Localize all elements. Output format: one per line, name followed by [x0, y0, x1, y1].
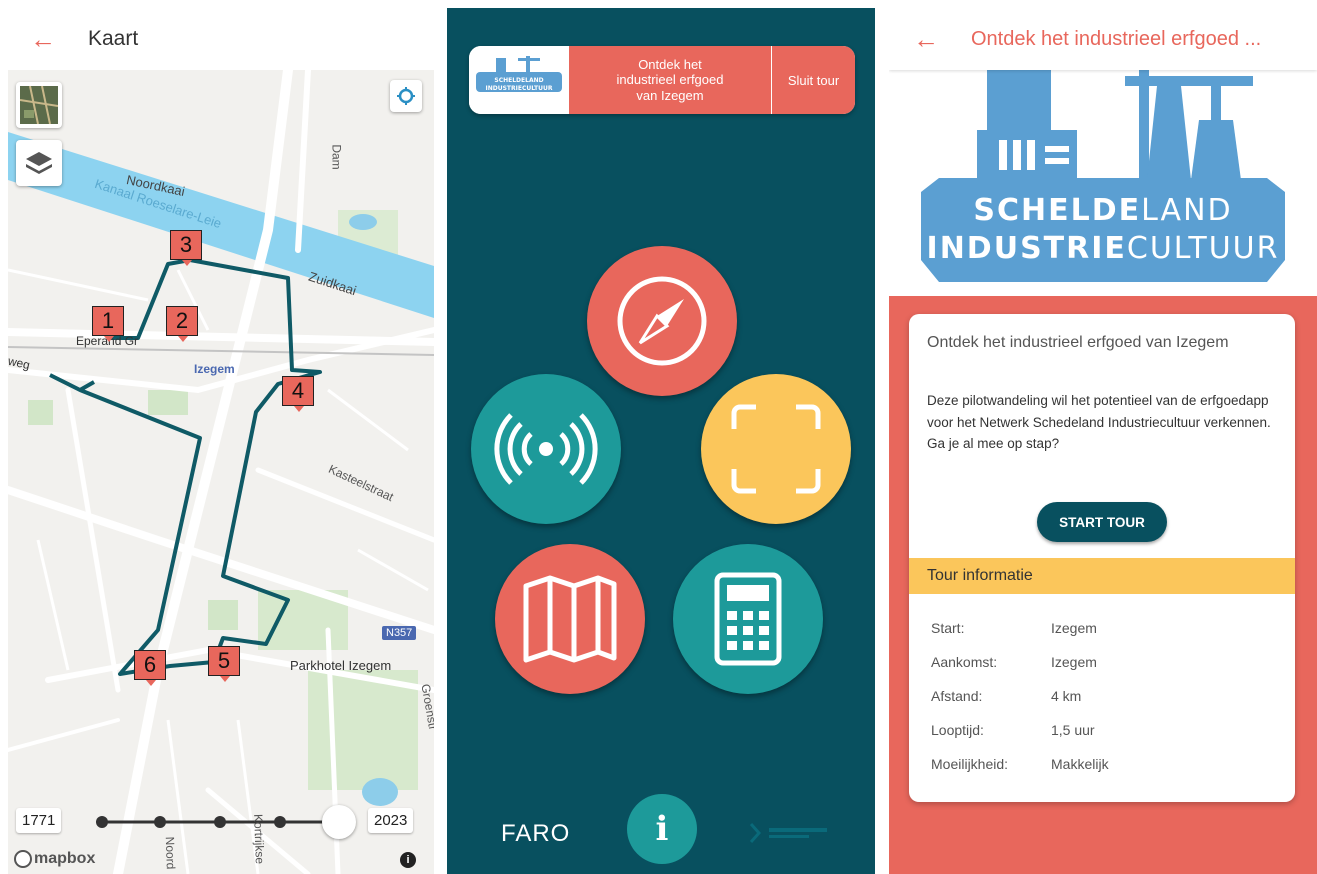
tour-info-row: Aankomst: Izegem [931, 654, 1097, 670]
layers-icon [26, 152, 52, 174]
satellite-icon [20, 86, 58, 124]
compass-button[interactable] [587, 246, 737, 396]
scheldeland-logo-large: SCHELDELAND INDUSTRIECULTUUR [889, 70, 1317, 296]
close-tour-button[interactable]: Sluit tour [771, 46, 855, 114]
page-title: Ontdek het industrieel erfgoed ... [971, 27, 1262, 50]
beacon-button[interactable] [471, 374, 621, 524]
label-izegem: Izegem [194, 362, 235, 376]
map-marker-2[interactable]: 2 [166, 306, 198, 342]
map-icon [523, 575, 617, 663]
arrow-left-icon[interactable]: ← [30, 24, 70, 55]
tour-info-row: Start: Izegem [931, 620, 1097, 636]
mapbox-attribution: mapbox [14, 850, 95, 868]
label-kortrijkse: Kortrijkse [251, 813, 267, 865]
timeline-end-year: 2023 [368, 808, 414, 833]
tour-title: Ontdek het industrieel erfgoed van Izege… [569, 46, 771, 114]
start-tour-button[interactable]: START TOUR [1037, 502, 1167, 542]
tour-detail-screen: ← Ontdek het industrieel erfgoed ... SCH… [889, 8, 1317, 874]
label-parkhotel: Parkhotel Izegem [290, 658, 392, 673]
calculator-icon [714, 572, 782, 666]
satellite-toggle-button[interactable] [16, 82, 62, 128]
faro-logo: FARO [501, 820, 571, 847]
tour-header: SCHELDELAND INDUSTRIECULTUUR Ontdek het … [469, 46, 855, 114]
label-noord: Noord [162, 836, 178, 870]
scheldeland-industriecultuur-logo: SCHELDELAND INDUSTRIECULTUUR [921, 70, 1285, 282]
layers-button[interactable] [16, 140, 62, 186]
map-marker-1[interactable]: 1 [92, 306, 124, 342]
tour-card-title: Ontdek het industrieel erfgoed van Izege… [927, 334, 1229, 351]
tour-info-heading: Tour informatie [909, 558, 1295, 594]
attribution-info-icon[interactable]: i [400, 852, 416, 868]
timeline-slider-handle[interactable] [322, 805, 356, 839]
scheldeland-logo-icon: SCHELDELAND INDUSTRIECULTUUR [476, 56, 562, 92]
tour-description: Deze pilotwandeling wil het potentieel v… [927, 393, 1271, 452]
tour-info-row: Moeilijkheid: Makkelijk [931, 756, 1109, 772]
mapbox-logo-icon [14, 850, 32, 868]
detail-app-bar: ← Ontdek het industrieel erfgoed ... [889, 8, 1317, 70]
scan-icon [731, 404, 821, 494]
tour-info-row: Afstand: 4 km [931, 688, 1082, 704]
svg-text:SCHELDELAND: SCHELDELAND [973, 193, 1232, 228]
arrow-left-icon[interactable]: ← [913, 24, 953, 55]
flanders-logo-icon [749, 823, 827, 843]
compass-icon [617, 276, 707, 366]
svg-text:INDUSTRIECULTUUR: INDUSTRIECULTUUR [927, 231, 1280, 266]
map-marker-4[interactable]: 4 [282, 376, 314, 412]
svg-text:SCHELDELAND: SCHELDELAND [494, 77, 543, 84]
page-title: Kaart [88, 27, 139, 50]
locate-button[interactable] [390, 80, 422, 112]
menu-screen: SCHELDELAND INDUSTRIECULTUUR Ontdek het … [447, 8, 875, 874]
beacon-icon [494, 413, 598, 485]
info-button[interactable]: i [627, 794, 697, 864]
scan-button[interactable] [701, 374, 851, 524]
map-screen: ← Kaart Noordkaai Kanaal Roeselare-Leie … [8, 8, 434, 874]
map-button[interactable] [495, 544, 645, 694]
tour-card: Ontdek het industrieel erfgoed van Izege… [909, 314, 1295, 802]
map-view[interactable]: Noordkaai Kanaal Roeselare-Leie Zuidkaai… [8, 65, 434, 874]
map-marker-6[interactable]: 6 [134, 650, 166, 686]
map-marker-3[interactable]: 3 [170, 230, 202, 266]
locate-icon [397, 87, 415, 105]
svg-text:INDUSTRIECULTUUR: INDUSTRIECULTUUR [485, 85, 552, 92]
map-app-bar: ← Kaart [8, 8, 434, 70]
timeline-start-year: 1771 [16, 808, 62, 833]
map-canvas [8, 65, 434, 874]
scheldeland-logo: SCHELDELAND INDUSTRIECULTUUR [469, 46, 569, 114]
tour-info-row: Looptijd: 1,5 uur [931, 722, 1095, 738]
label-dam: Dam [329, 144, 344, 170]
calculator-button[interactable] [673, 544, 823, 694]
map-marker-5[interactable]: 5 [208, 646, 240, 682]
label-n357: N357 [382, 626, 417, 640]
